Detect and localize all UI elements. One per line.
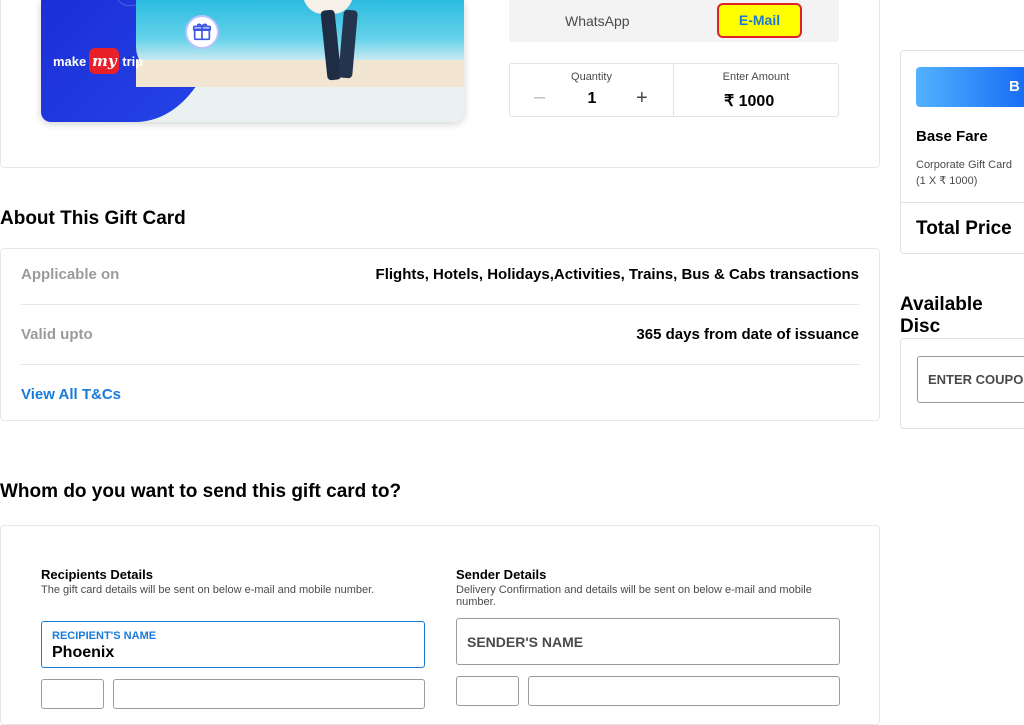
sender-name-field[interactable]: SENDER'S NAME (456, 618, 840, 665)
sender-details-title: Sender Details (456, 567, 547, 582)
applicable-on-label: Applicable on (21, 266, 120, 283)
recipient-country-code-field[interactable] (41, 679, 104, 709)
quantity-label: Quantity (571, 71, 612, 83)
fare-item-qty: (1 X ₹ 1000) (916, 175, 978, 187)
gift-card-image: make my trip (41, 0, 464, 122)
gift-icon (185, 15, 219, 49)
fare-divider (901, 202, 1024, 203)
about-details-card: Applicable on Flights, Hotels, Holidays,… (0, 248, 880, 421)
amount-value[interactable]: ₹ 1000 (724, 91, 774, 111)
quantity-value[interactable]: 1 (582, 90, 602, 108)
recipient-section-title: Whom do you want to send this gift card … (0, 481, 402, 502)
view-tnc-link[interactable]: View All T&Cs (21, 386, 121, 403)
valid-upto-label: Valid upto (21, 326, 93, 343)
about-section-title: About This Gift Card (0, 208, 186, 229)
coupon-input[interactable]: ENTER COUPO (917, 356, 1024, 403)
sender-details-subtitle: Delivery Confirmation and details will b… (456, 584, 812, 608)
amount-field[interactable]: Enter Amount ₹ 1000 (673, 63, 839, 117)
valid-upto-value: 365 days from date of issuance (636, 326, 859, 343)
recipient-name-value[interactable]: Phoenix (52, 644, 114, 662)
total-price-label: Total Price (916, 218, 1012, 239)
beach-sand (136, 60, 464, 87)
recipient-name-field[interactable]: RECIPIENT'S NAME Phoenix (41, 621, 425, 668)
sender-mobile-field[interactable] (528, 676, 840, 706)
sender-name-placeholder: SENDER'S NAME (467, 634, 584, 650)
base-fare-label: Base Fare (916, 128, 988, 145)
whatsapp-option[interactable]: WhatsApp (565, 13, 630, 29)
recipient-form-card: Recipients Details The gift card details… (0, 525, 880, 725)
buy-button[interactable]: B (916, 67, 1024, 107)
recipients-details-subtitle: The gift card details will be sent on be… (41, 584, 375, 596)
increment-button[interactable]: + (636, 87, 648, 110)
amount-label: Enter Amount (722, 71, 790, 83)
fare-item-description: Corporate Gift Card (1 X ₹ 1000) (916, 157, 1012, 189)
coupon-card: ENTER COUPO (900, 338, 1024, 429)
recipient-mobile-field[interactable] (113, 679, 425, 709)
email-option[interactable]: E-Mail (717, 3, 802, 38)
makemytrip-logo: make my trip (53, 48, 143, 74)
decrement-button[interactable]: – (534, 86, 545, 109)
recipients-details-title: Recipients Details (41, 567, 153, 582)
quantity-stepper: Quantity – 1 + (509, 63, 674, 117)
applicable-on-value: Flights, Hotels, Holidays,Activities, Tr… (375, 266, 859, 283)
fare-item-name: Corporate Gift Card (916, 159, 1012, 171)
available-discounts-title: Available Disc (900, 294, 983, 337)
row-divider (21, 304, 859, 305)
recipient-name-label: RECIPIENT'S NAME (52, 630, 157, 642)
row-divider (21, 364, 859, 365)
fare-summary-card: B Base Fare Corporate Gift Card (1 X ₹ 1… (900, 50, 1024, 254)
sender-country-code-field[interactable] (456, 676, 519, 706)
